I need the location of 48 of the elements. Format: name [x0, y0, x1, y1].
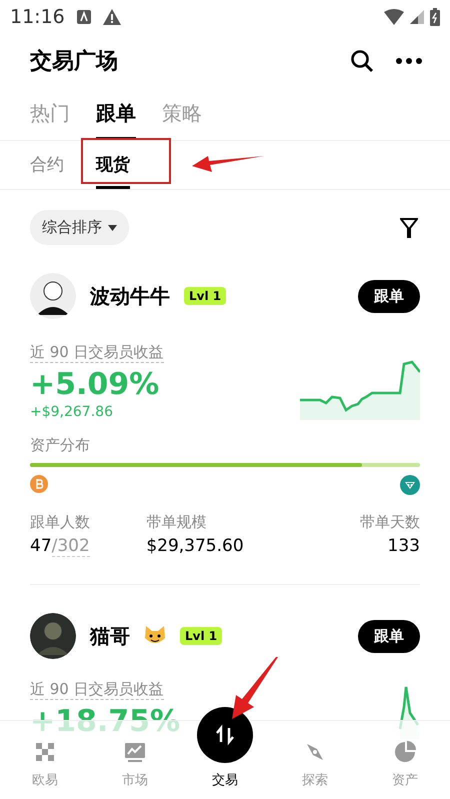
stat-value: 47/302: [30, 536, 90, 556]
annotation-arrow: [192, 154, 264, 174]
cat-face-icon: [144, 626, 166, 646]
bitcoin-icon: [30, 475, 48, 493]
stat-label: 跟单人数: [30, 513, 90, 532]
allocation-label: 资产分布: [30, 436, 91, 455]
warning-icon: [102, 9, 121, 25]
avatar: [30, 613, 76, 659]
return-percent: +5.09%: [30, 367, 160, 402]
status-time: 11:16: [10, 6, 65, 28]
metric-label: 近 90 日交易员收益: [30, 680, 164, 700]
trader-name: 猫哥: [90, 622, 130, 650]
tab[interactable]: 热门: [30, 92, 70, 140]
level-badge: Lvl 1: [180, 627, 222, 645]
level-badge: Lvl 1: [184, 287, 226, 305]
follow-button[interactable]: 跟单: [358, 620, 420, 652]
stat-label: 带单规模: [146, 513, 208, 532]
annotation-arrow: [232, 657, 280, 719]
search-icon[interactable]: [350, 49, 374, 73]
tab[interactable]: 跟单: [96, 92, 136, 140]
filter-icon[interactable]: [400, 218, 418, 238]
metric-label: 近 90 日交易员收益: [30, 343, 164, 363]
sort-dropdown[interactable]: 综合排序: [30, 210, 129, 245]
avatar: [30, 273, 76, 319]
sub-tab[interactable]: 合约: [30, 145, 64, 189]
stat-label: 带单天数: [360, 513, 420, 532]
trader-name: 波动牛牛: [90, 282, 170, 310]
caret-icon: [108, 224, 117, 230]
notification-icon: [76, 10, 91, 24]
stat-value: $29,375.60: [146, 536, 244, 556]
return-amount: +$9,267.86: [30, 404, 114, 420]
follow-button[interactable]: 跟单: [358, 280, 420, 312]
compass-icon: [304, 741, 326, 763]
grid-icon: [34, 741, 56, 763]
chart-icon: [124, 741, 146, 763]
signal-icon: [410, 10, 424, 24]
pie-chart-icon: [394, 741, 416, 763]
more-icon[interactable]: [396, 58, 422, 64]
tab[interactable]: 策略: [162, 92, 202, 140]
tether-icon: [400, 475, 420, 495]
nav-tab[interactable]: 资产: [360, 721, 450, 799]
stat-value: 133: [388, 536, 420, 556]
nav-tab[interactable]: 探索: [270, 721, 360, 799]
nav-tab[interactable]: 交易: [180, 707, 270, 799]
sub-tab[interactable]: 现货: [96, 145, 130, 189]
page-title: 交易广场: [30, 48, 118, 76]
wifi-icon: [384, 9, 404, 25]
battery-icon: [430, 8, 440, 26]
